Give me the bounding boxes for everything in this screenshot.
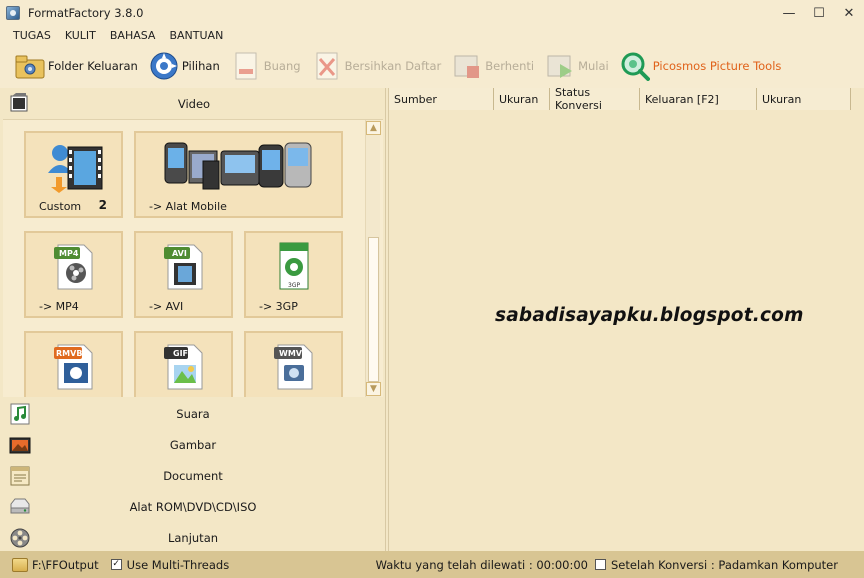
remove-icon [230, 50, 262, 82]
tile-avi-label: -> AVI [149, 300, 184, 313]
clear-list-label: Bersihkan Daftar [344, 59, 442, 73]
menu-tugas[interactable]: TUGAS [13, 29, 51, 42]
stop-icon [451, 50, 483, 82]
category-advanced[interactable]: Lanjutan [3, 522, 383, 553]
film-reel-icon [9, 527, 31, 549]
scroll-down-icon[interactable]: ▼ [366, 382, 381, 396]
tile-3gp-label: -> 3GP [259, 300, 298, 313]
scrollbar-thumb[interactable] [368, 237, 379, 382]
output-folder-button[interactable]: Folder Keluaran [14, 49, 138, 83]
output-path[interactable]: F:\FFOutput [32, 558, 99, 572]
category-document-label: Document [163, 468, 223, 483]
mobile-devices-icon [159, 139, 319, 196]
tile-gif[interactable]: GIF [134, 331, 233, 397]
rmvb-tag: RMVB [56, 349, 83, 358]
category-list: Suara Gambar Document Alat ROM\DVD\CD\IS… [3, 398, 383, 553]
picosmos-label: Picosmos Picture Tools [652, 59, 782, 73]
window-controls: — ☐ ✕ [774, 0, 864, 26]
category-video[interactable]: Video [3, 88, 385, 119]
category-image[interactable]: Gambar [3, 429, 383, 460]
column-status[interactable]: Status Konversi [550, 86, 640, 112]
toolbar: Folder Keluaran Pilihan Buang Bersihkan … [0, 44, 864, 88]
title-bar: FormatFactory 3.8.0 — ☐ ✕ [0, 0, 864, 26]
maximize-button[interactable]: ☐ [804, 0, 834, 26]
multi-threads-checkbox[interactable]: ✓ [110, 559, 122, 570]
menu-bar: TUGAS KULIT BAHASA BANTUAN [0, 26, 864, 44]
stop-button[interactable]: Berhenti [451, 49, 534, 83]
clear-list-icon [311, 50, 343, 82]
category-rom-label: Alat ROM\DVD\CD\ISO [129, 499, 257, 514]
picture-icon [9, 434, 31, 456]
minimize-button[interactable]: — [774, 0, 804, 26]
tile-mobile-label: -> Alat Mobile [149, 200, 227, 213]
output-folder-icon [14, 50, 46, 82]
tile-custom-badge: 2 [98, 198, 107, 212]
tile-rmvb[interactable]: RMVB [24, 331, 123, 397]
start-label: Mulai [578, 59, 609, 73]
watermark-text: sabadisayapku.blogspot.com [495, 305, 804, 326]
menu-bahasa[interactable]: BAHASA [110, 29, 156, 42]
category-audio-label: Suara [176, 406, 210, 421]
tile-custom-label: Custom [39, 200, 82, 213]
video-scrollbar[interactable]: ▲ ▼ [365, 120, 381, 397]
wmv-tag: WMV [279, 349, 302, 358]
category-document[interactable]: Document [3, 460, 383, 491]
close-button[interactable]: ✕ [834, 0, 864, 26]
category-audio[interactable]: Suara [3, 398, 383, 429]
start-icon [544, 50, 576, 82]
category-video-label: Video [177, 96, 211, 111]
category-image-label: Gambar [169, 437, 217, 452]
avi-tag: AVI [172, 249, 187, 258]
options-button[interactable]: Pilihan [148, 49, 220, 83]
category-advanced-label: Lanjutan [167, 530, 219, 545]
tile-mp4[interactable]: MP4 -> MP4 [24, 231, 123, 318]
after-convert-checkbox[interactable] [595, 559, 606, 570]
menu-bantuan[interactable]: BANTUAN [169, 29, 223, 42]
video-category-icon [9, 93, 29, 113]
3gp-tag: 3GP [288, 282, 301, 289]
remove-label: Buang [263, 59, 301, 73]
category-panel: Video Custom 2 -> Alat Mobile MP4 -> MP4 [3, 88, 386, 551]
column-size[interactable]: Ukuran [494, 88, 550, 110]
remove-button[interactable]: Buang [230, 49, 301, 83]
elapsed-time: Waktu yang telah dilewati : 00:00:00 [375, 557, 588, 572]
mp4-tag: MP4 [59, 249, 79, 258]
tile-3gp[interactable]: 3GP -> 3GP [244, 231, 343, 318]
window-title: FormatFactory 3.8.0 [28, 6, 144, 20]
column-output-size[interactable]: Ukuran [757, 88, 851, 110]
output-folder-status-icon[interactable] [12, 557, 28, 572]
tile-custom[interactable]: Custom 2 [24, 131, 123, 218]
start-button[interactable]: Mulai [544, 49, 609, 83]
tile-avi[interactable]: AVI -> AVI [134, 231, 233, 318]
stop-label: Berhenti [485, 59, 535, 73]
task-list-header: Sumber Ukuran Status Konversi Keluaran [… [389, 86, 851, 112]
after-convert-label[interactable]: Setelah Konversi : Padamkan Komputer [611, 558, 838, 572]
music-note-icon [9, 403, 31, 425]
document-icon [9, 465, 31, 487]
app-icon [6, 6, 20, 20]
picosmos-button[interactable]: Picosmos Picture Tools [619, 49, 782, 83]
custom-video-icon [42, 141, 106, 196]
status-bar: F:\FFOutput ✓ Use Multi-Threads Waktu ya… [0, 551, 864, 578]
menu-kulit[interactable]: KULIT [65, 29, 96, 42]
tile-mp4-label: -> MP4 [39, 300, 79, 313]
clear-list-button[interactable]: Bersihkan Daftar [311, 49, 442, 83]
options-label: Pilihan [181, 59, 220, 73]
column-output[interactable]: Keluaran [F2] [640, 88, 757, 110]
scroll-up-icon[interactable]: ▲ [366, 121, 381, 135]
task-list-panel: Sumber Ukuran Status Konversi Keluaran [… [388, 86, 864, 551]
disc-drive-icon [9, 496, 31, 518]
multi-threads-label[interactable]: Use Multi-Threads [127, 558, 230, 572]
gif-tag: GIF [173, 349, 189, 358]
tile-mobile[interactable]: -> Alat Mobile [134, 131, 343, 218]
tile-wmv[interactable]: WMV [244, 331, 343, 397]
output-folder-label: Folder Keluaran [48, 59, 138, 73]
column-source[interactable]: Sumber [389, 88, 494, 110]
category-rom-dvd-cd-iso[interactable]: Alat ROM\DVD\CD\ISO [3, 491, 383, 522]
video-tiles-area: Custom 2 -> Alat Mobile MP4 -> MP4 AVI -… [3, 119, 383, 397]
picosmos-icon [619, 50, 651, 82]
options-icon [148, 50, 180, 82]
